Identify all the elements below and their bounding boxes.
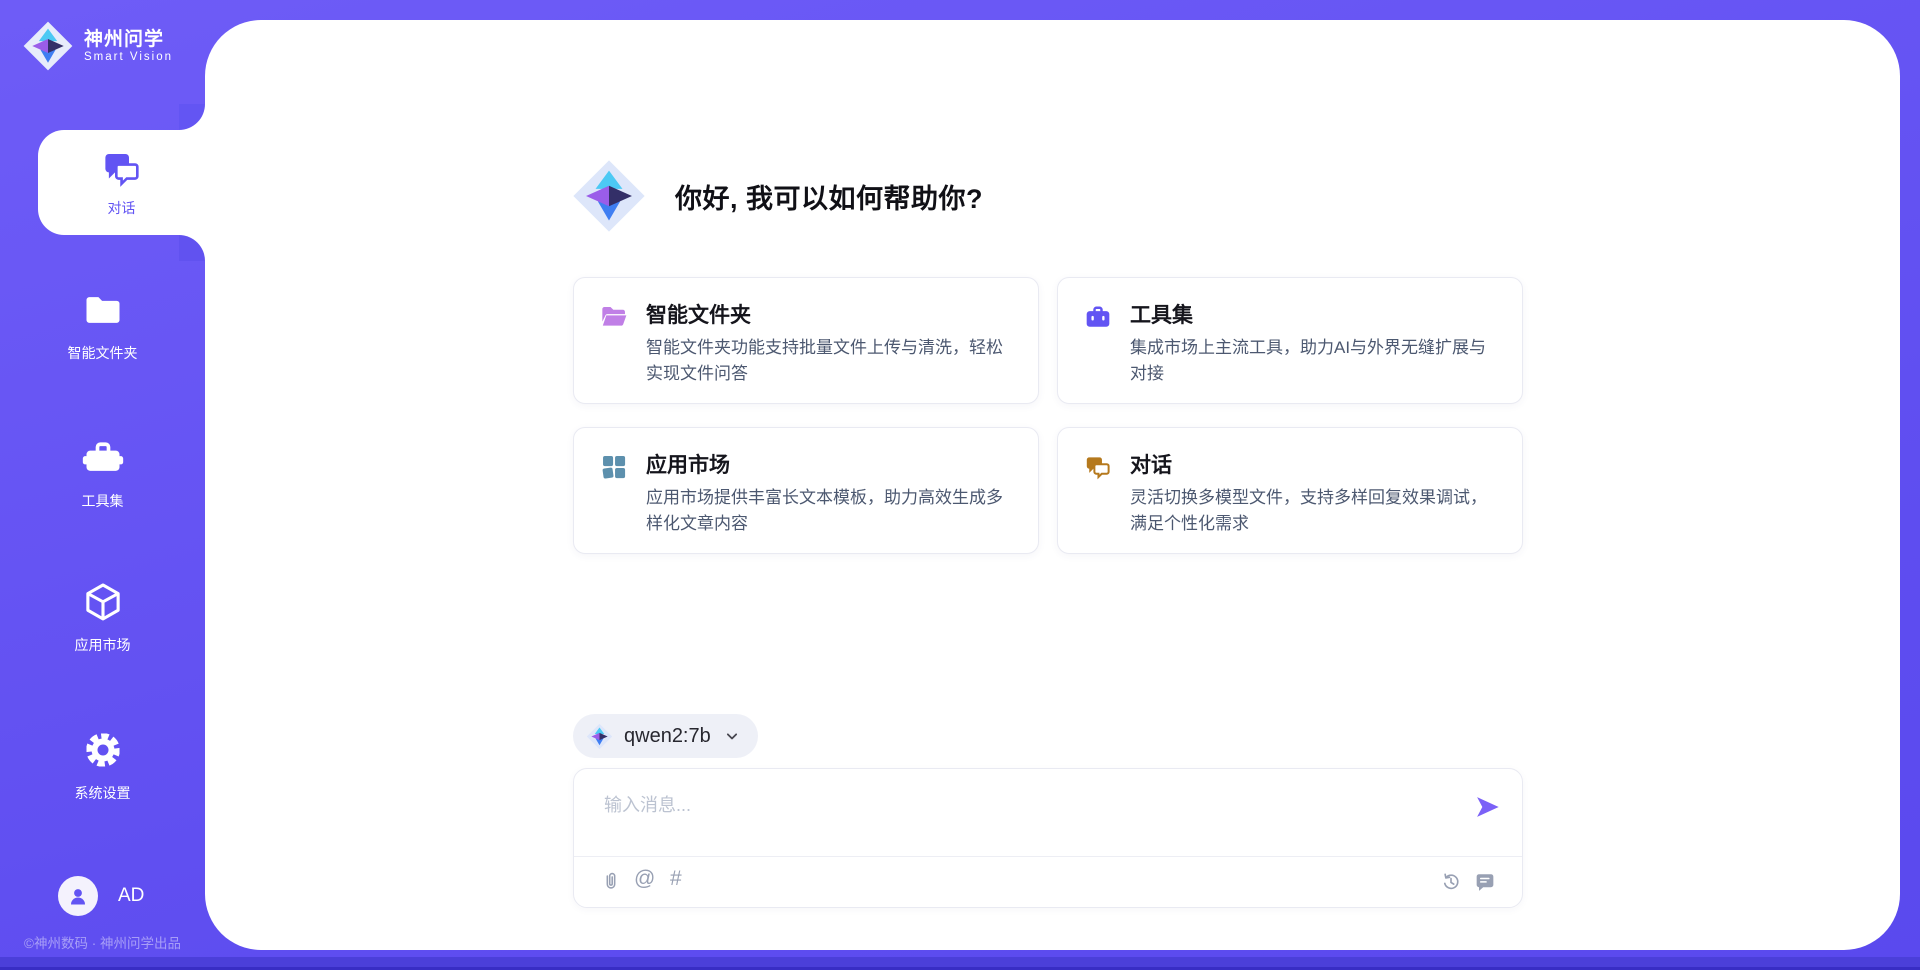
gear-icon	[81, 728, 125, 772]
card-description: 应用市场提供丰富长文本模板，助力高效生成多样化文章内容	[646, 485, 1018, 537]
brand-name: 神州问学	[84, 29, 173, 51]
hash-icon[interactable]: #	[670, 867, 682, 891]
send-icon[interactable]	[1473, 793, 1501, 821]
chevron-down-icon	[722, 726, 742, 746]
sidebar-item-market[interactable]: 应用市场	[0, 580, 205, 655]
diamond-logo-icon	[586, 723, 613, 750]
sidebar: 神州问学 Smart Vision 对话 智能文件夹 工具集	[0, 0, 205, 970]
composer-divider	[574, 856, 1522, 857]
card-smart-folder[interactable]: 智能文件夹 智能文件夹功能支持批量文件上传与清洗，轻松实现文件问答	[573, 277, 1039, 404]
greeting-title: 你好, 我可以如何帮助你?	[675, 177, 983, 216]
avatar	[58, 876, 98, 916]
folder-icon	[81, 288, 125, 332]
copyright: ©神州数码 · 神州问学出品	[0, 932, 205, 952]
chat-icon	[99, 147, 145, 189]
sidebar-item-settings[interactable]: 系统设置	[0, 728, 205, 803]
sidebar-item-chat[interactable]: 对话	[38, 130, 205, 235]
brand: 神州问学 Smart Vision	[22, 20, 173, 72]
sidebar-item-folders[interactable]: 智能文件夹	[0, 288, 205, 363]
diamond-logo-icon	[571, 158, 647, 234]
brand-subtitle: Smart Vision	[84, 51, 173, 63]
sidebar-item-label: 工具集	[82, 491, 124, 511]
card-chat[interactable]: 对话 灵活切换多模型文件，支持多样回复效果调试，满足个性化需求	[1057, 427, 1523, 554]
card-app-market[interactable]: 应用市场 应用市场提供丰富长文本模板，助力高效生成多样化文章内容	[573, 427, 1039, 554]
card-description: 灵活切换多模型文件，支持多样回复效果调试，满足个性化需求	[1130, 485, 1502, 537]
greeting: 你好, 我可以如何帮助你?	[571, 158, 983, 234]
at-sign-icon[interactable]: @	[634, 867, 655, 891]
chat-bubble-icon[interactable]	[1474, 871, 1496, 893]
active-tab-curve-top	[179, 104, 205, 130]
person-icon	[66, 884, 90, 908]
message-input[interactable]	[602, 789, 1456, 851]
briefcase-icon	[1084, 303, 1112, 331]
card-title: 应用市场	[646, 449, 730, 479]
card-title: 智能文件夹	[646, 299, 751, 329]
sidebar-item-label: 对话	[108, 198, 136, 218]
message-composer: @ #	[573, 768, 1523, 908]
user-profile[interactable]: AD	[58, 876, 144, 916]
diamond-logo-icon	[22, 20, 74, 72]
card-toolset[interactable]: 工具集 集成市场上主流工具，助力AI与外界无缝扩展与对接	[1057, 277, 1523, 404]
cube-icon	[81, 580, 125, 624]
history-icon[interactable]	[1440, 871, 1462, 893]
card-title: 对话	[1130, 449, 1172, 479]
folder-open-icon	[600, 303, 628, 331]
grid-icon	[600, 453, 628, 481]
sidebar-item-label: 系统设置	[75, 783, 131, 803]
sidebar-item-tools[interactable]: 工具集	[0, 436, 205, 511]
model-name: qwen2:7b	[624, 725, 711, 748]
user-initials: AD	[118, 885, 144, 907]
briefcase-icon	[81, 436, 125, 480]
card-description: 智能文件夹功能支持批量文件上传与清洗，轻松实现文件问答	[646, 335, 1018, 387]
card-description: 集成市场上主流工具，助力AI与外界无缝扩展与对接	[1130, 335, 1502, 387]
model-selector[interactable]: qwen2:7b	[573, 714, 758, 758]
sidebar-item-label: 应用市场	[75, 635, 131, 655]
card-title: 工具集	[1130, 299, 1193, 329]
chat-icon	[1084, 453, 1112, 481]
active-tab-curve-bottom	[179, 235, 205, 261]
paperclip-icon[interactable]	[600, 871, 622, 893]
sidebar-item-label: 智能文件夹	[68, 343, 138, 363]
